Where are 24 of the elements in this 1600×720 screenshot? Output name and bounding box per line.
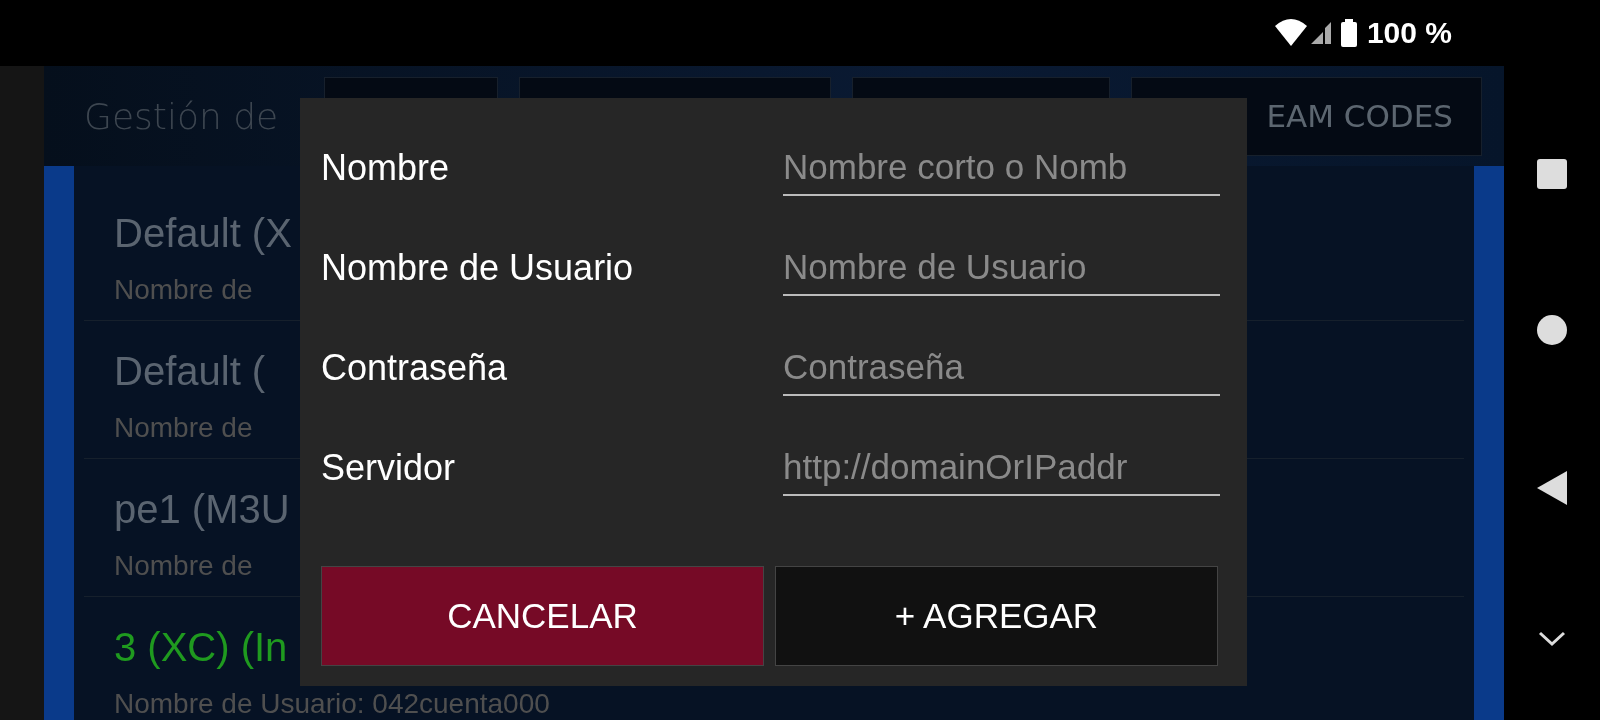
field-label: Contraseña [321, 347, 508, 389]
playlist-username: Nombre de [114, 552, 253, 580]
playlist-title[interactable]: Default (X [114, 211, 292, 255]
playlist-username: Nombre de [114, 414, 253, 442]
battery-icon [1340, 19, 1357, 47]
cancel-button[interactable]: CANCELAR [321, 566, 764, 666]
battery-level: 100 % [1366, 16, 1452, 50]
wifi-icon [1274, 18, 1331, 48]
playlist-title[interactable]: Default ( [114, 349, 266, 393]
input-field[interactable]: http://domainOrIPaddr [783, 440, 1220, 496]
input-field[interactable]: Contraseña [783, 340, 1220, 396]
field-label: Servidor [321, 447, 456, 489]
add-button[interactable]: + AGREGAR [775, 566, 1218, 666]
chevron-down-icon[interactable] [1538, 631, 1566, 647]
input-field[interactable]: Nombre corto o Nomb [783, 140, 1220, 196]
playlist-username: Nombre de [114, 276, 253, 304]
home-icon[interactable] [1537, 315, 1567, 345]
playlist-username: Nombre de Usuario: 042cuenta000 [114, 690, 550, 718]
playlist-title[interactable]: pe1 (M3U [114, 487, 290, 531]
field-label: Nombre de Usuario [321, 247, 634, 289]
input-field[interactable]: Nombre de Usuario [783, 240, 1220, 296]
back-icon[interactable] [1537, 471, 1567, 505]
field-label: Nombre [321, 147, 450, 189]
playlist-title[interactable]: 3 (XC) (In [114, 625, 288, 669]
